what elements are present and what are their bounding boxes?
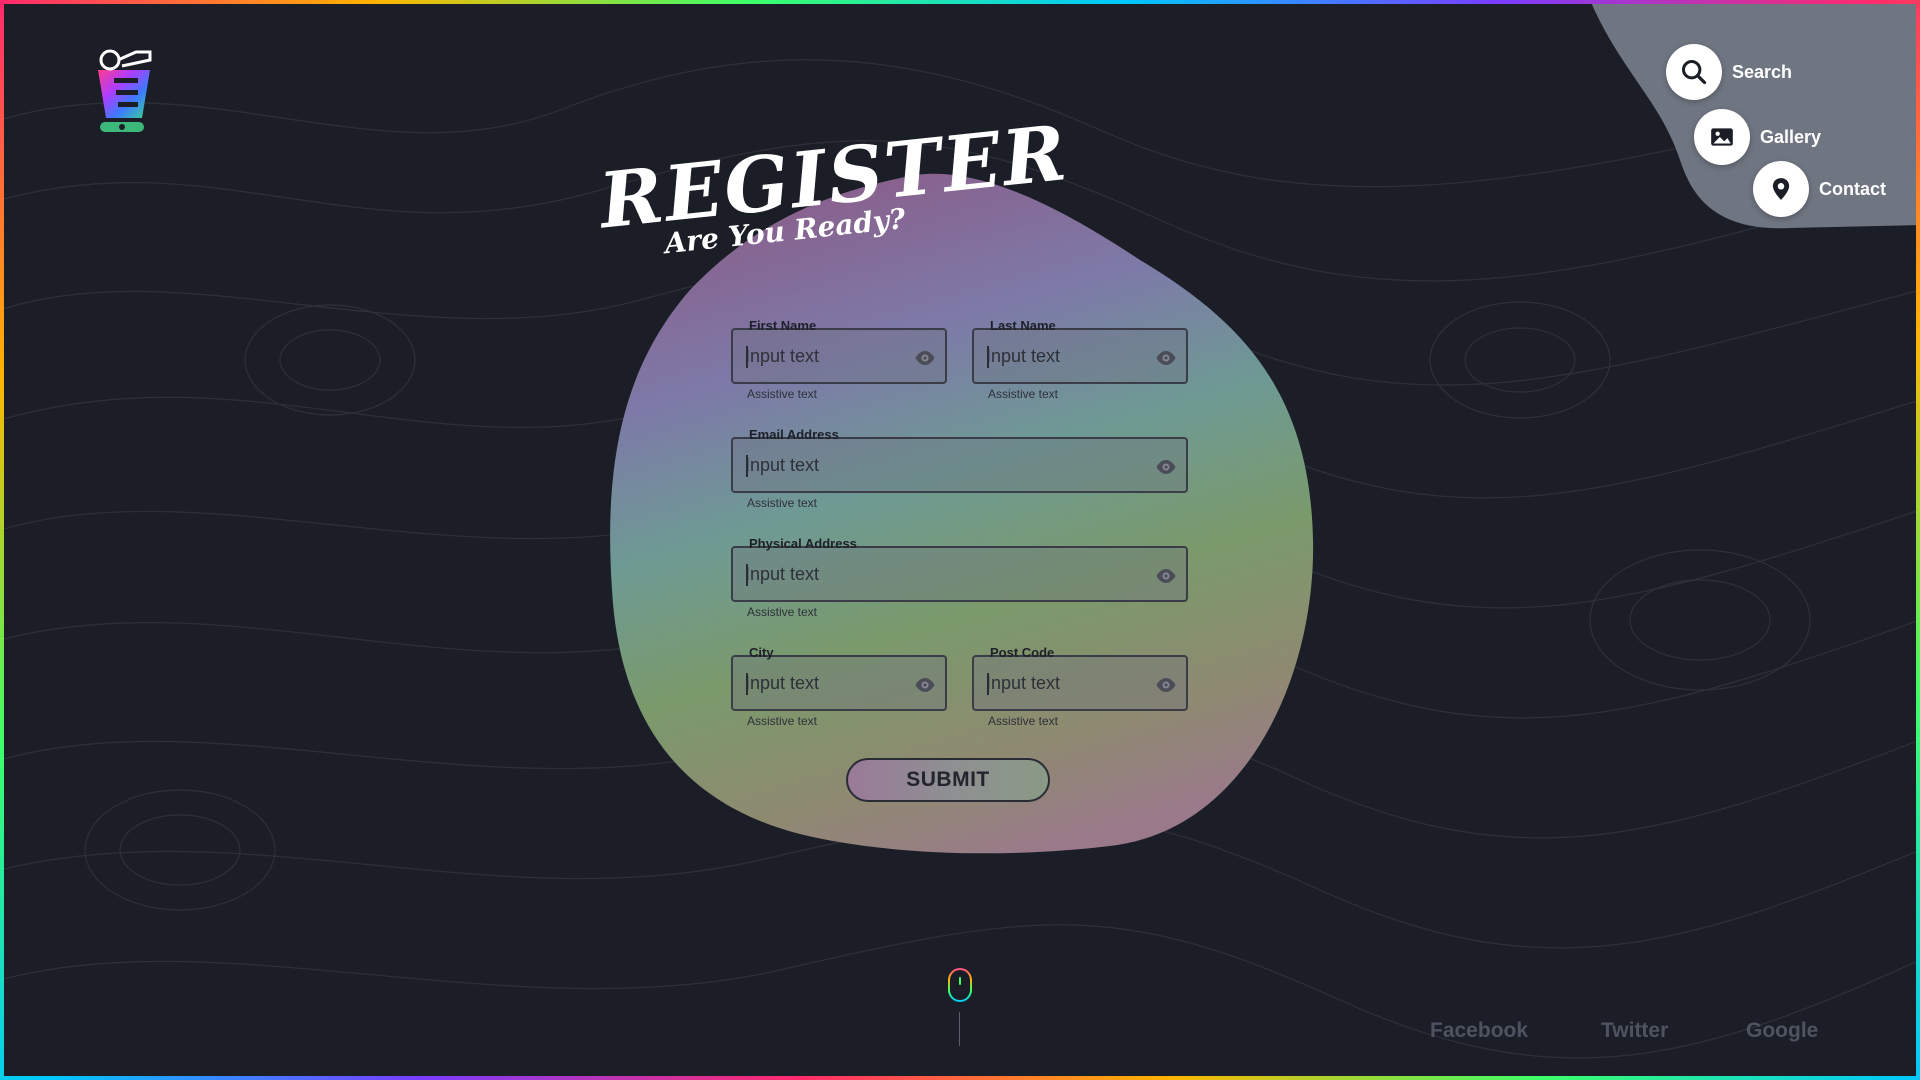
submit-button[interactable]: SUBMIT [846,758,1050,802]
text-caret [987,673,989,695]
post-code-field[interactable]: Post Code [972,645,1188,711]
physical-address-assistive-text: Assistive text [747,605,818,619]
email-field[interactable]: Email Address [731,427,1188,493]
map-pin-icon [1753,161,1809,217]
email-input[interactable] [745,439,1146,491]
eye-icon[interactable] [1154,673,1178,697]
nav-item-contact[interactable]: Contact [1753,161,1886,217]
first-name-field[interactable]: First Name [731,318,947,384]
nav-label-contact: Contact [1819,178,1886,199]
site-logo[interactable] [92,48,156,134]
social-link-twitter[interactable]: Twitter [1601,1019,1668,1043]
eye-icon[interactable] [1154,346,1178,370]
city-field[interactable]: City [731,645,947,711]
search-icon [1666,44,1722,100]
city-assistive-text: Assistive text [747,714,818,728]
physical-address-field[interactable]: Physical Address [731,536,1188,602]
first-name-input[interactable] [745,330,905,382]
post-code-assistive-text: Assistive text [988,714,1059,728]
text-caret [987,346,989,368]
text-caret [746,455,748,477]
nav-item-search[interactable]: Search [1666,44,1792,100]
eye-icon[interactable] [1154,564,1178,588]
first-name-assistive-text: Assistive text [747,387,818,401]
text-caret [746,673,748,695]
scroll-mouse-icon [948,968,972,1002]
nav-label-search: Search [1732,61,1793,82]
eye-icon[interactable] [1154,455,1178,479]
last-name-input[interactable] [986,330,1146,382]
last-name-assistive-text: Assistive text [988,387,1059,401]
scroll-indicator-line [959,1012,960,1046]
image-icon [1694,109,1750,165]
text-caret [746,346,748,368]
nav-label-gallery: Gallery [1760,126,1822,147]
physical-address-input[interactable] [745,548,1146,600]
text-caret [746,564,748,586]
social-link-facebook[interactable]: Facebook [1430,1019,1528,1043]
post-code-input[interactable] [986,657,1146,709]
email-assistive-text: Assistive text [747,496,818,510]
last-name-field[interactable]: Last Name [972,318,1188,384]
social-link-google[interactable]: Google [1746,1019,1818,1043]
eye-icon[interactable] [913,346,937,370]
city-input[interactable] [745,657,905,709]
nav-item-gallery[interactable]: Gallery [1694,109,1821,165]
form-blob-background [610,173,1314,854]
eye-icon[interactable] [913,673,937,697]
mouse-wheel [959,977,961,985]
